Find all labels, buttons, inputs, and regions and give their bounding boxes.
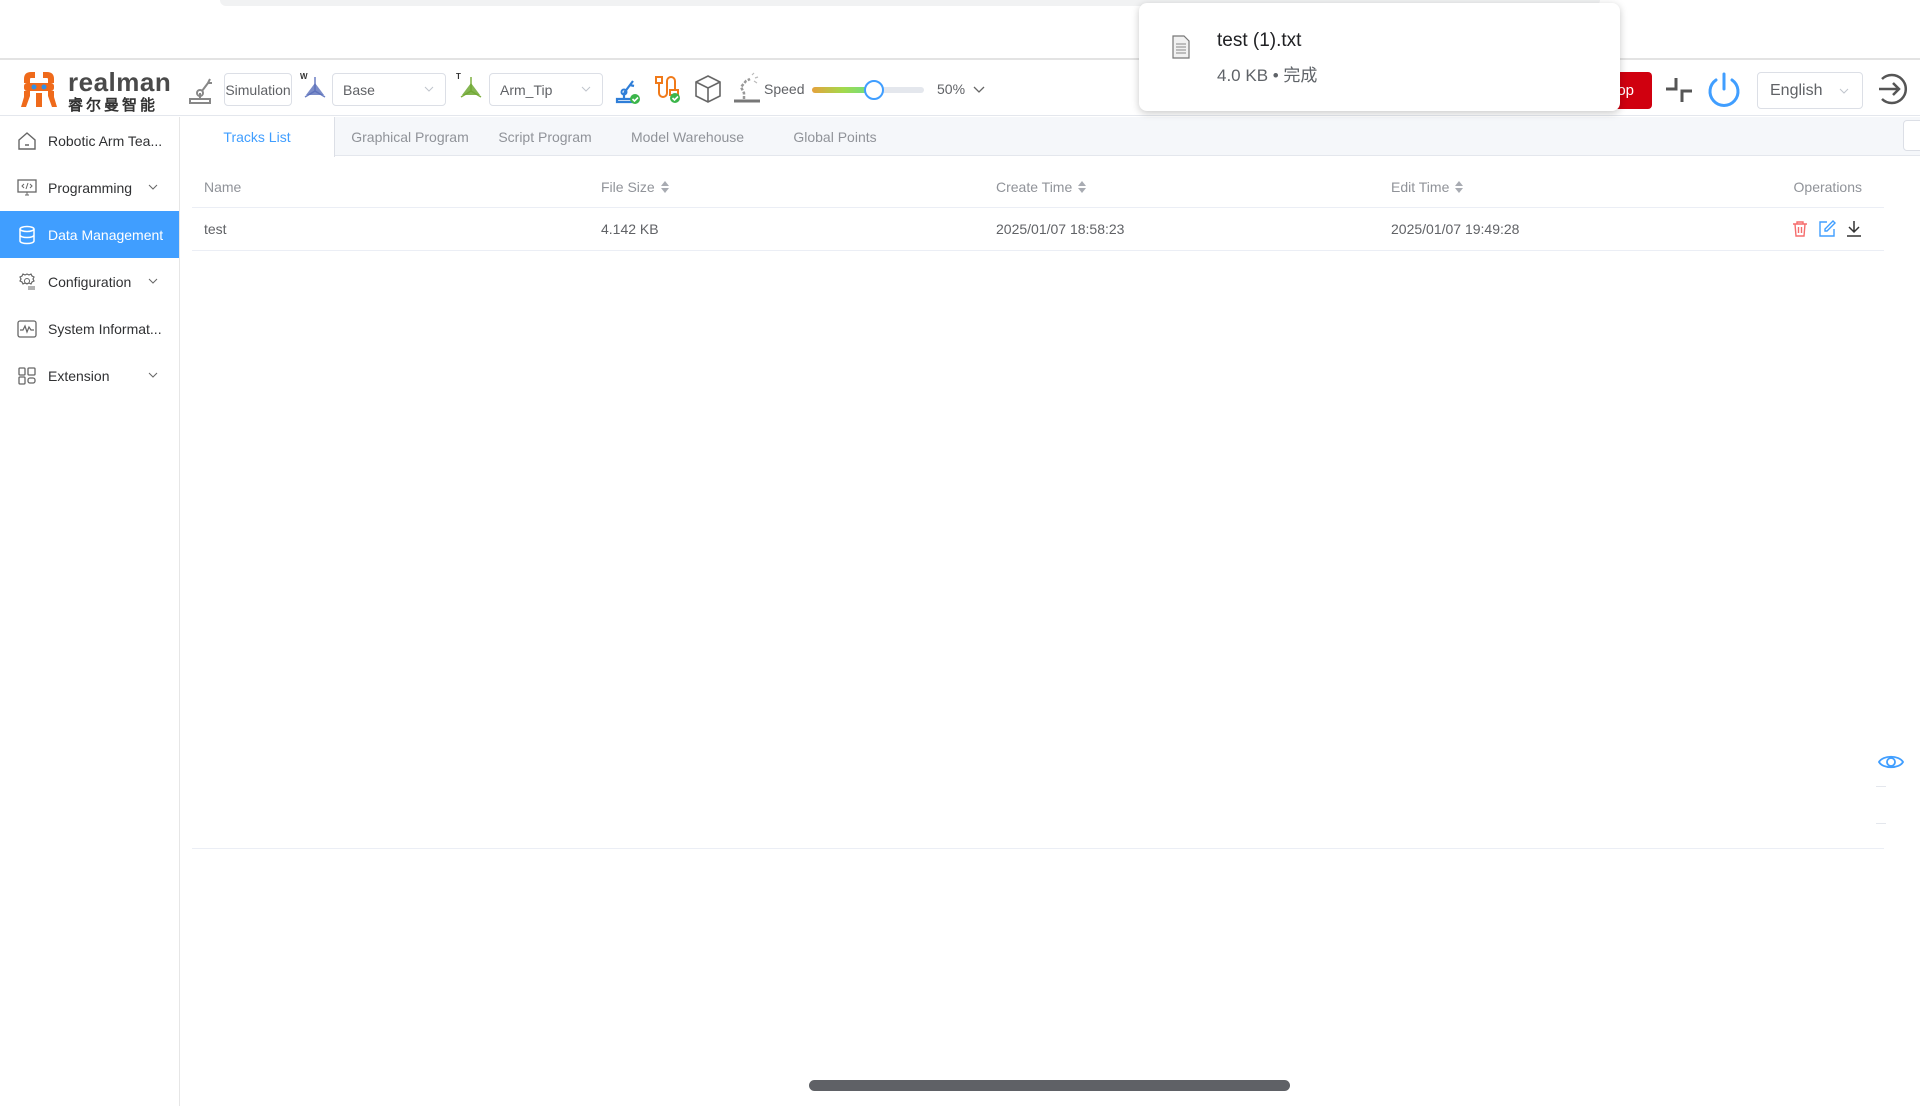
mode-label: Simulation (225, 81, 291, 98)
brand-name-cn: 睿尔曼智能 (68, 97, 159, 114)
logout-icon[interactable] (1874, 71, 1910, 107)
collapse-arrows-icon[interactable] (1664, 75, 1694, 105)
download-icon[interactable] (1846, 220, 1862, 238)
column-header-edit-time[interactable]: Edit Time (1391, 167, 1464, 207)
tool-frame-select[interactable]: Arm_Tip (489, 73, 603, 106)
sidebar-item-configuration[interactable]: Configuration (0, 258, 179, 305)
sidebar-nav: Robotic Arm Tea... Programming Data Mana… (0, 117, 180, 1106)
sidebar-item-robotic-arm-teach[interactable]: Robotic Arm Tea... (0, 117, 179, 164)
table-header: Name File Size Create Time Edit Time Ope… (192, 167, 1884, 208)
settings-icon (16, 271, 38, 293)
grid-apps-icon (16, 365, 38, 387)
work-frame-icon: W (300, 71, 330, 103)
tab-script-program[interactable]: Script Program (485, 117, 605, 156)
mode-selector[interactable]: Simulation (224, 73, 292, 106)
speed-value: 50% (937, 81, 966, 97)
power-icon[interactable] (1706, 71, 1742, 109)
download-meta: 4.0 KB • 完成 (1217, 66, 1318, 85)
code-monitor-icon (16, 177, 38, 199)
cell-file-size: 4.142 KB (601, 221, 659, 237)
teach-arm-icon[interactable] (732, 71, 762, 105)
sidebar-item-label: Robotic Arm Tea... (48, 132, 163, 149)
realman-logo-icon (21, 72, 57, 107)
browser-toolbar (0, 0, 1920, 60)
tool-frame-badge: T (456, 72, 461, 81)
tab-global-points[interactable]: Global Points (770, 117, 900, 156)
app-header: realman 睿尔曼智能 Simulation W Base T Arm_Ti… (0, 61, 1920, 116)
cell-name: test (204, 221, 227, 237)
brand-logo: realman 睿尔曼智能 (20, 67, 171, 114)
sidebar-item-system-information[interactable]: System Informat... (0, 305, 179, 352)
column-header-name: Name (204, 179, 242, 195)
tab-bar: Tracks List Graphical Program Script Pro… (180, 117, 1920, 157)
database-icon (16, 224, 38, 246)
home-icon (16, 130, 38, 152)
io-connected-icon[interactable] (652, 73, 682, 105)
eye-icon[interactable] (1878, 753, 1904, 771)
horizontal-scrollbar[interactable] (809, 1080, 1290, 1091)
work-frame-badge: W (300, 72, 308, 81)
search-input[interactable] (1912, 121, 1920, 150)
speed-slider-handle[interactable] (864, 80, 884, 100)
tab-graphical-program[interactable]: Graphical Program (335, 117, 485, 156)
column-header-file-size[interactable]: File Size (601, 167, 669, 207)
search-box[interactable] (1903, 120, 1920, 151)
chevron-down-icon (148, 184, 158, 190)
arm-connected-icon[interactable] (614, 73, 642, 105)
sidebar-item-label: System Informat... (48, 320, 162, 337)
divider (1876, 823, 1886, 824)
work-frame-select[interactable]: Base (332, 73, 446, 106)
sidebar-item-label: Data Management (48, 226, 164, 243)
column-header-create-time[interactable]: Create Time (996, 167, 1087, 207)
download-filename[interactable]: test (1).txt (1217, 30, 1301, 52)
delete-icon[interactable] (1792, 220, 1808, 238)
pulse-monitor-icon (16, 318, 38, 340)
language-select[interactable]: English (1757, 72, 1863, 109)
file-icon (1172, 35, 1190, 59)
sidebar-item-programming[interactable]: Programming (0, 164, 179, 211)
speed-slider[interactable] (812, 80, 924, 100)
work-frame-value: Base (343, 81, 375, 98)
chevron-down-icon (148, 278, 158, 284)
robot-arm-icon[interactable] (186, 73, 214, 105)
tool-frame-icon: T (456, 71, 486, 103)
sidebar-item-data-management[interactable]: Data Management (0, 211, 179, 258)
chevron-down-icon (148, 372, 158, 378)
row-operations (1792, 208, 1862, 250)
tab-tracks-list[interactable]: Tracks List (180, 117, 335, 157)
sidebar-item-label: Extension (48, 367, 110, 384)
sort-icon[interactable] (1078, 181, 1087, 193)
cell-create-time: 2025/01/07 18:58:23 (996, 221, 1125, 237)
sidebar-item-label: Programming (48, 179, 133, 196)
sort-icon[interactable] (1455, 181, 1464, 193)
sidebar-item-extension[interactable]: Extension (0, 352, 179, 399)
language-value: English (1770, 81, 1823, 99)
model-cube-icon[interactable] (692, 73, 724, 105)
chevron-down-icon (1839, 88, 1849, 94)
sort-icon[interactable] (660, 181, 669, 193)
chevron-down-icon (581, 86, 591, 92)
download-popup[interactable]: test (1).txt 4.0 KB • 完成 (1139, 3, 1620, 111)
table-bottom-divider (192, 848, 1884, 849)
tool-frame-value: Arm_Tip (500, 81, 553, 98)
speed-label: Speed (764, 81, 805, 97)
cell-edit-time: 2025/01/07 19:49:28 (1391, 221, 1520, 237)
table-row[interactable]: test 4.142 KB 2025/01/07 18:58:23 2025/0… (192, 208, 1884, 251)
divider (1876, 786, 1886, 787)
column-header-operations: Operations (1793, 179, 1862, 195)
chevron-down-icon (424, 86, 434, 92)
edit-icon[interactable] (1818, 220, 1836, 238)
speed-dropdown-chevron-icon[interactable] (972, 84, 986, 96)
tab-model-warehouse[interactable]: Model Warehouse (605, 117, 770, 156)
sidebar-item-label: Configuration (48, 273, 132, 290)
tracks-table: Name File Size Create Time Edit Time Ope… (192, 167, 1884, 251)
